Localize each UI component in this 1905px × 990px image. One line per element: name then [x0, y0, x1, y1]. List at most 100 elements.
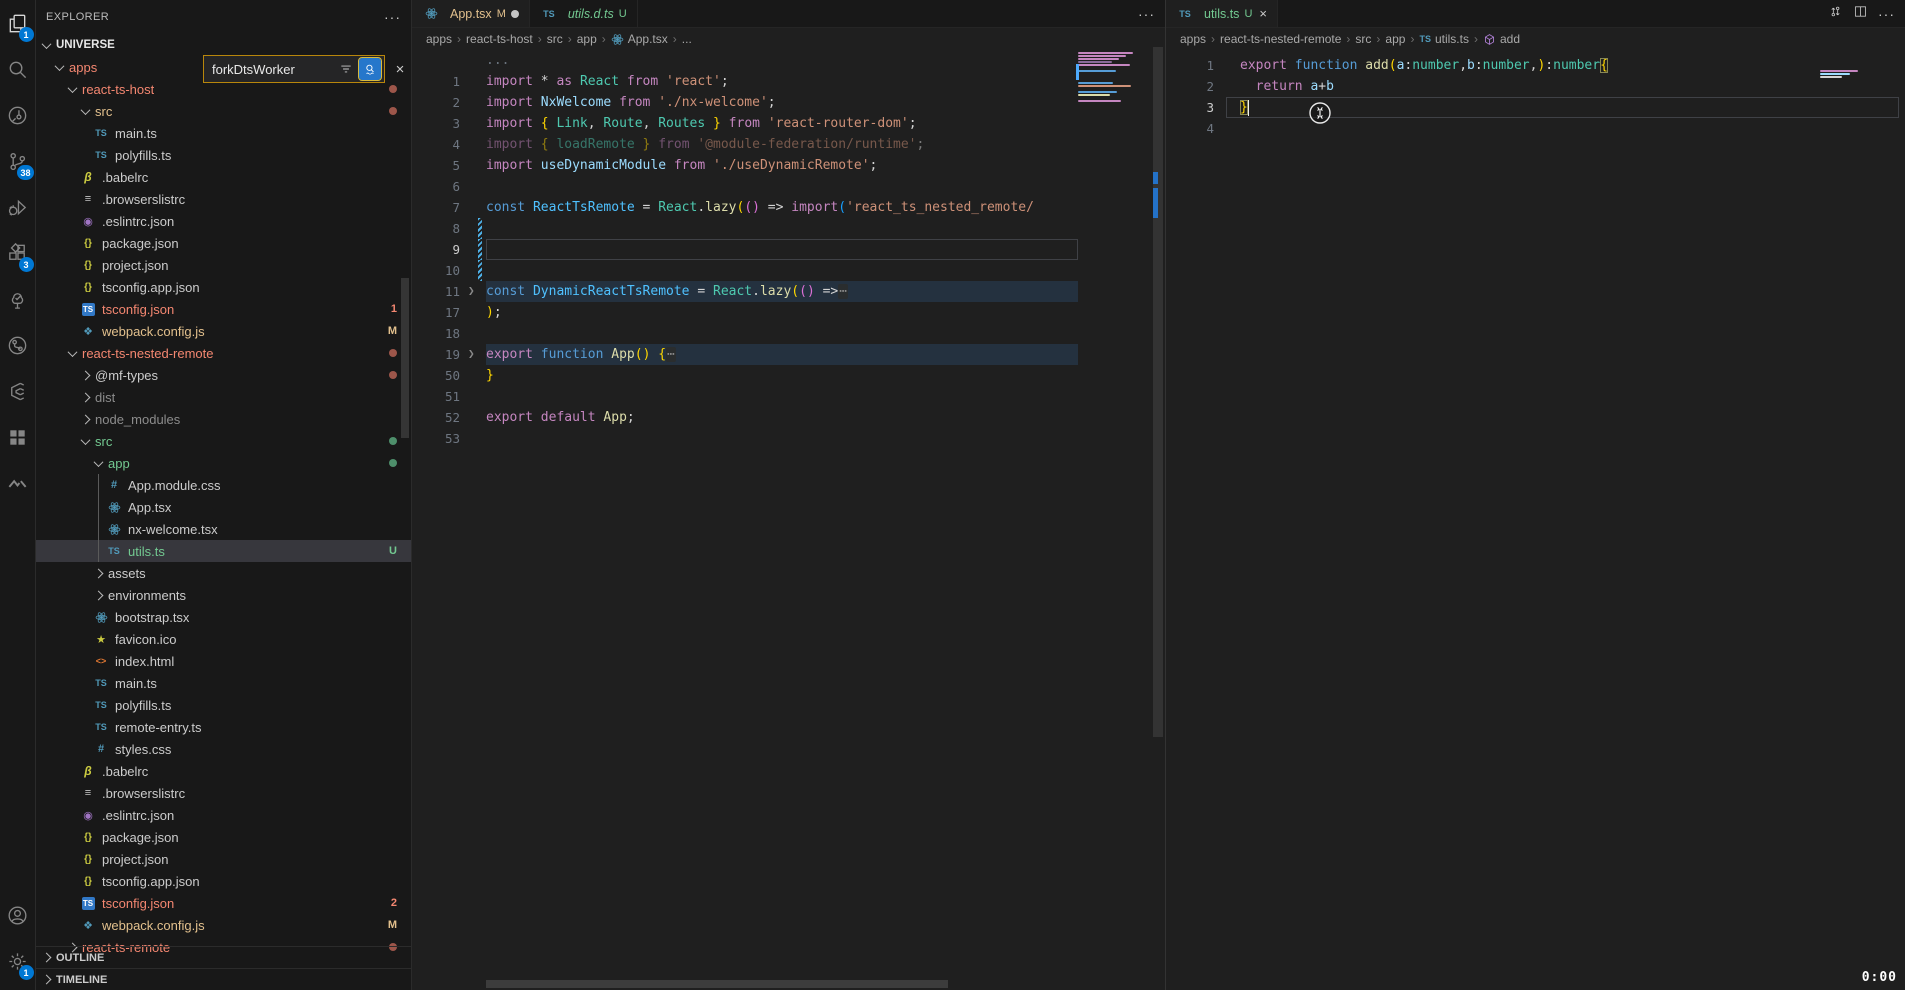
dirty-indicator-icon[interactable]	[511, 10, 519, 18]
tree-item-label: nx-welcome.tsx	[128, 522, 218, 537]
breadcrumb-utils.ts[interactable]: TSutils.ts	[1419, 32, 1469, 46]
tree-folder-src[interactable]: src	[36, 430, 411, 452]
wave-tool-icon[interactable]	[0, 460, 36, 506]
testing-icon[interactable]	[0, 276, 36, 322]
tree-folder-app[interactable]: app	[36, 452, 411, 474]
filter-icon[interactable]	[335, 58, 357, 80]
fold-chevron-icon[interactable]: ❯	[468, 347, 475, 360]
breadcrumb-app[interactable]: app	[1385, 32, 1405, 46]
tree-file-bootstrap.tsx[interactable]: bootstrap.tsx	[36, 606, 411, 628]
tree-find-input[interactable]: forkDtsWorker	[212, 62, 333, 77]
fold-chevron-icon[interactable]: ❯	[468, 284, 475, 297]
tree-file-main.ts[interactable]: TSmain.ts	[36, 672, 411, 694]
breadcrumb-app[interactable]: app	[577, 32, 597, 46]
tab-utils.d.ts[interactable]: TSutils.d.tsU	[530, 0, 638, 27]
code-area-left[interactable]: ...1import * as React from 'react';2impo…	[412, 50, 1165, 449]
tree-file-package.json[interactable]: {}package.json	[36, 232, 411, 254]
breadcrumb-apps[interactable]: apps	[426, 32, 452, 46]
tree-item-label: react-ts-nested-remote	[82, 346, 214, 361]
tree-file-App.tsx[interactable]: App.tsx	[36, 496, 411, 518]
tab-utils.ts[interactable]: TSutils.tsU×	[1166, 0, 1278, 27]
tree-file-webpack.config.js[interactable]: ❖webpack.config.jsM	[36, 914, 411, 936]
indent-guide	[98, 474, 99, 496]
tree-file-.babelrc[interactable]: β.babelrc	[36, 166, 411, 188]
explorer-icon[interactable]: 1	[0, 0, 36, 46]
run-debug-icon[interactable]	[0, 184, 36, 230]
tree-file-tsconfig.app.json[interactable]: {}tsconfig.app.json	[36, 870, 411, 892]
extensions-badge: 3	[19, 257, 34, 272]
fuzzy-search-icon[interactable]	[359, 58, 381, 80]
tree-item-label: remote-entry.ts	[115, 720, 201, 735]
timeline-panel-header[interactable]: TIMELINE	[36, 968, 411, 990]
explorer-more-actions-icon[interactable]: ···	[384, 9, 401, 25]
tree-file-tsconfig.json[interactable]: TStsconfig.json2	[36, 892, 411, 914]
tree-file-project.json[interactable]: {}project.json	[36, 254, 411, 276]
tree-folder-react-ts-nested-remote[interactable]: react-ts-nested-remote	[36, 342, 411, 364]
outline-panel-header[interactable]: OUTLINE	[36, 946, 411, 968]
workspace-header[interactable]: UNIVERSE	[36, 34, 411, 56]
settings-icon[interactable]: 1	[0, 938, 36, 984]
more-actions-icon[interactable]: ···	[1138, 6, 1155, 22]
tree-file-polyfills.ts[interactable]: TSpolyfills.ts	[36, 694, 411, 716]
breadcrumb-src[interactable]: src	[547, 32, 563, 46]
minimap-right[interactable]	[1820, 70, 1862, 82]
git-graph-icon[interactable]	[0, 322, 36, 368]
tree-file-main.ts[interactable]: TSmain.ts	[36, 122, 411, 144]
tree-file-index.html[interactable]: <>index.html	[36, 650, 411, 672]
tree-file-nx-welcome.tsx[interactable]: nx-welcome.tsx	[36, 518, 411, 540]
tree-file-utils.ts[interactable]: TSutils.tsU	[36, 540, 411, 562]
minimap-left[interactable]	[1078, 52, 1148, 106]
tree-folder-assets[interactable]: assets	[36, 562, 411, 584]
remote-explorer-icon[interactable]	[0, 92, 36, 138]
breadcrumb-react-ts-host[interactable]: react-ts-host	[466, 32, 533, 46]
tree-file-.babelrc[interactable]: β.babelrc	[36, 760, 411, 782]
search-icon[interactable]	[0, 46, 36, 92]
tree-folder-@mf-types[interactable]: @mf-types	[36, 364, 411, 386]
tree-file-webpack.config.js[interactable]: ❖webpack.config.jsM	[36, 320, 411, 342]
vertical-scrollbar-left[interactable]	[1153, 47, 1163, 737]
grid-tool-icon[interactable]	[0, 414, 36, 460]
hex-tool-icon[interactable]	[0, 368, 36, 414]
breadcrumb-App.tsx[interactable]: App.tsx	[611, 32, 668, 46]
recording-timer: 0:00	[1862, 970, 1897, 985]
tree-find-box[interactable]: forkDtsWorker	[203, 55, 385, 83]
tree-file-.eslintrc.json[interactable]: ◉.eslintrc.json	[36, 804, 411, 826]
mouse-text-cursor	[1306, 99, 1334, 127]
tree-file-polyfills.ts[interactable]: TSpolyfills.ts	[36, 144, 411, 166]
breadcrumb-add[interactable]: add	[1483, 32, 1520, 46]
sidebar-scrollbar[interactable]	[401, 278, 409, 438]
code-area-right[interactable]: 1export function add(a:number,b:number,)…	[1166, 55, 1905, 139]
breadcrumb-src[interactable]: src	[1355, 32, 1371, 46]
more-actions-icon[interactable]: ···	[1878, 6, 1895, 22]
tree-item-label: favicon.ico	[115, 632, 176, 647]
tab-label: utils.d.ts	[568, 7, 614, 21]
tree-file-tsconfig.json[interactable]: TStsconfig.json1	[36, 298, 411, 320]
tree-file-.browserslistrc[interactable]: ≡.browserslistrc	[36, 782, 411, 804]
tree-file-package.json[interactable]: {}package.json	[36, 826, 411, 848]
horizontal-scrollbar-left[interactable]	[486, 980, 948, 988]
breadcrumb-...[interactable]: ...	[682, 32, 692, 46]
tree-folder-dist[interactable]: dist	[36, 386, 411, 408]
tree-file-styles.css[interactable]: #styles.css	[36, 738, 411, 760]
breadcrumb-apps[interactable]: apps	[1180, 32, 1206, 46]
tab-App.tsx[interactable]: App.tsxM	[412, 0, 530, 27]
tree-file-remote-entry.ts[interactable]: TSremote-entry.ts	[36, 716, 411, 738]
tree-folder-node_modules[interactable]: node_modules	[36, 408, 411, 430]
close-icon[interactable]: ×	[391, 61, 409, 78]
split-editor-icon[interactable]	[1853, 4, 1868, 24]
tree-folder-environments[interactable]: environments	[36, 584, 411, 606]
tree-file-.eslintrc.json[interactable]: ◉.eslintrc.json	[36, 210, 411, 232]
close-icon[interactable]: ×	[1259, 6, 1267, 21]
account-icon[interactable]	[0, 892, 36, 938]
tree-file-project.json[interactable]: {}project.json	[36, 848, 411, 870]
extensions-icon[interactable]: 3	[0, 230, 36, 276]
tree-file-tsconfig.app.json[interactable]: {}tsconfig.app.json	[36, 276, 411, 298]
tree-file-favicon.ico[interactable]: ★favicon.ico	[36, 628, 411, 650]
tree-file-.browserslistrc[interactable]: ≡.browserslistrc	[36, 188, 411, 210]
tree-file-App.module.css[interactable]: #App.module.css	[36, 474, 411, 496]
open-changes-icon[interactable]	[1828, 4, 1843, 24]
tree-folder-src[interactable]: src	[36, 100, 411, 122]
source-control-icon[interactable]: 38	[0, 138, 36, 184]
breadcrumb-react-ts-nested-remote[interactable]: react-ts-nested-remote	[1220, 32, 1341, 46]
line-number: 18	[412, 326, 460, 341]
